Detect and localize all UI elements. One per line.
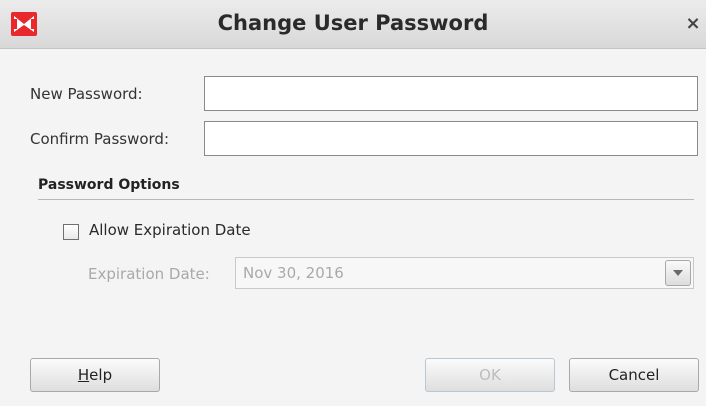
help-mnemonic: H <box>77 366 90 384</box>
confirm-password-field[interactable] <box>204 121 698 156</box>
change-user-password-dialog: Change User Password × New Password: Con… <box>0 0 706 406</box>
close-icon[interactable]: × <box>684 14 702 34</box>
allow-expiration-checkbox[interactable] <box>63 224 79 240</box>
confirm-password-label: Confirm Password: <box>30 130 170 148</box>
dialog-title: Change User Password <box>217 11 489 35</box>
cancel-button[interactable]: Cancel <box>569 358 699 392</box>
new-password-label: New Password: <box>30 85 143 103</box>
password-options-heading: Password Options <box>38 177 180 193</box>
help-button[interactable]: Help <box>30 358 160 392</box>
section-divider <box>38 199 694 200</box>
dialog-content: New Password: Confirm Password: Password… <box>0 49 706 406</box>
expiration-date-dropdown[interactable]: Nov 30, 2016 <box>235 257 694 289</box>
chevron-down-icon[interactable] <box>665 260 691 286</box>
ok-button[interactable]: OK <box>425 358 555 392</box>
expiration-date-value: Nov 30, 2016 <box>243 264 344 282</box>
title-bar[interactable]: Change User Password × <box>0 0 706 49</box>
allow-expiration-label[interactable]: Allow Expiration Date <box>89 221 251 239</box>
help-label: elp <box>89 366 113 384</box>
new-password-field[interactable] <box>204 76 698 111</box>
expiration-date-label: Expiration Date: <box>88 265 210 283</box>
